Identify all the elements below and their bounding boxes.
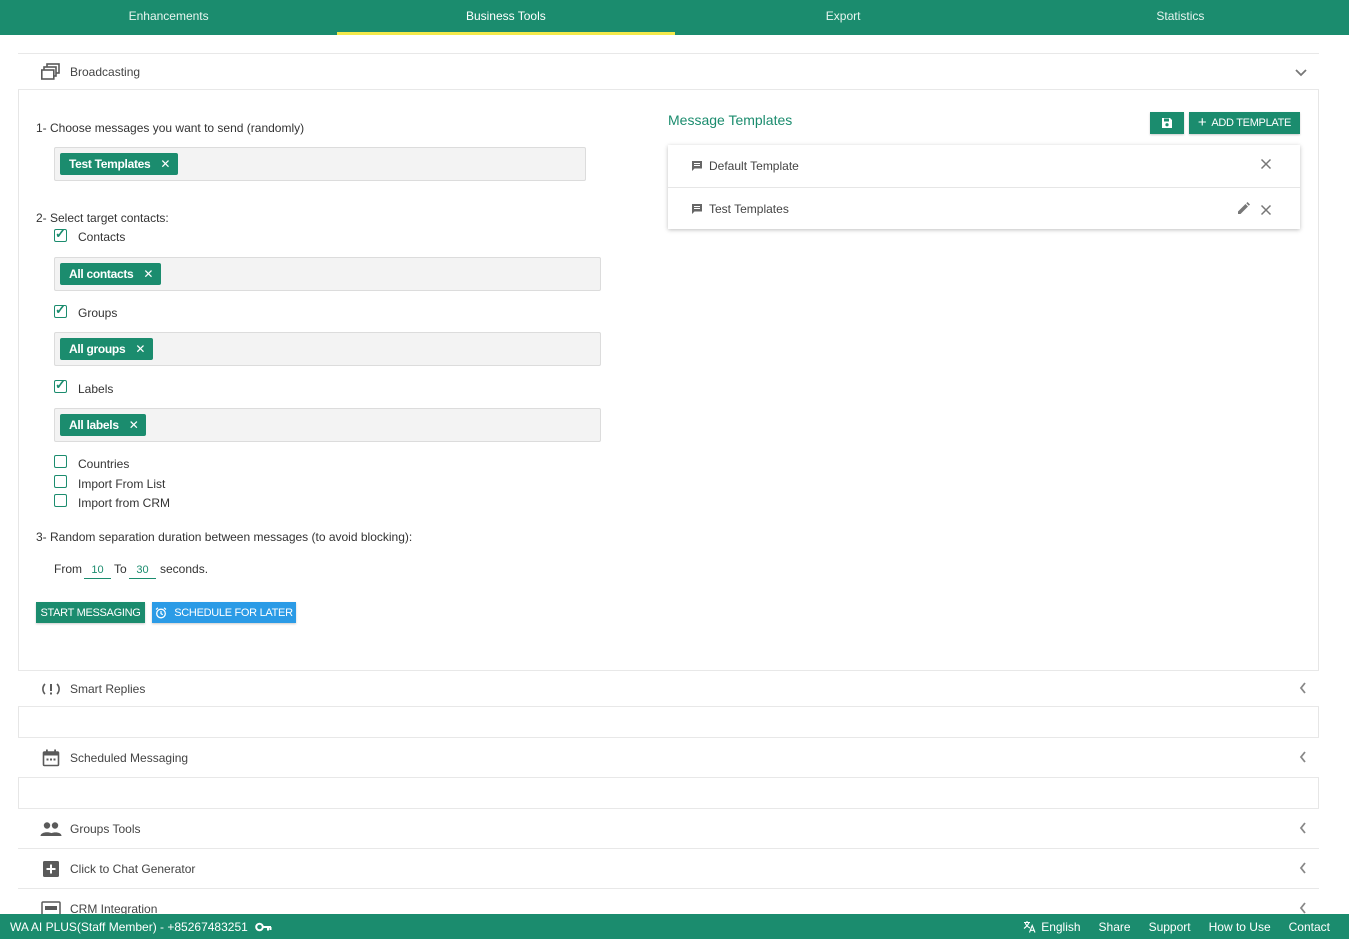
chevron-left-icon[interactable] (1299, 861, 1307, 877)
import-list-checkbox[interactable] (54, 475, 67, 488)
account-info: WA AI PLUS(Staff Member) - +85267483251 (10, 919, 248, 934)
smart-replies-icon (40, 678, 62, 700)
template-name: Default Template (709, 159, 799, 173)
click-to-chat-header[interactable]: Click to Chat Generator (18, 848, 1319, 889)
remove-chip-icon[interactable]: ✕ (129, 414, 139, 436)
how-to-use-link[interactable]: How to Use (1209, 920, 1271, 934)
broadcast-icon (40, 61, 62, 83)
groups-tools-header[interactable]: Groups Tools (18, 808, 1319, 849)
scheduled-messaging-title: Scheduled Messaging (70, 750, 189, 765)
contacts-select[interactable]: All contacts ✕ (54, 257, 601, 291)
templates-title: Message Templates (668, 112, 793, 128)
template-row[interactable]: Test Templates (668, 187, 1300, 229)
labels-checkbox[interactable] (54, 377, 67, 393)
groups-chip-label: All groups (69, 342, 126, 356)
start-messaging-button[interactable]: START MESSAGING (36, 602, 145, 623)
templates-list: Default Template Test Templates (668, 145, 1300, 229)
groups-label: Groups (78, 306, 118, 320)
tab-enhancements[interactable]: Enhancements (0, 0, 337, 35)
tab-business-tools[interactable]: Business Tools (337, 0, 675, 35)
broadcasting-title: Broadcasting (70, 64, 141, 79)
alarm-clock-icon (155, 606, 167, 619)
top-nav: Enhancements Business Tools Export Stati… (0, 0, 1349, 35)
import-crm-label: Import from CRM (78, 496, 171, 510)
language-link[interactable]: English (1041, 920, 1080, 934)
import-list-label: Import From List (78, 477, 166, 491)
group-people-icon (40, 818, 62, 840)
step3-label: 3- Random separation duration between me… (36, 530, 413, 544)
labels-select[interactable]: All labels ✕ (54, 408, 601, 442)
groups-select[interactable]: All groups ✕ (54, 332, 601, 366)
edit-template-icon[interactable] (1237, 202, 1250, 220)
tab-statistics[interactable]: Statistics (1012, 0, 1349, 35)
broadcasting-header[interactable]: Broadcasting (18, 53, 1319, 90)
import-crm-checkbox[interactable] (54, 494, 67, 507)
message-icon (691, 160, 703, 172)
from-label: From (54, 562, 82, 576)
add-chat-icon (40, 858, 62, 880)
schedule-later-button[interactable]: SCHEDULE FOR LATER (152, 602, 296, 623)
scheduled-messaging-header[interactable]: Scheduled Messaging (18, 737, 1319, 778)
message-icon (691, 203, 703, 215)
smart-replies-title: Smart Replies (70, 681, 146, 696)
labels-label: Labels (78, 382, 114, 396)
add-template-button[interactable]: + ADD TEMPLATE (1189, 112, 1300, 134)
share-link[interactable]: Share (1099, 920, 1131, 934)
templates-select[interactable]: Test Templates ✕ (54, 147, 586, 181)
footer-bar: WA AI PLUS(Staff Member) - +85267483251 … (0, 914, 1349, 939)
add-template-label: ADD TEMPLATE (1211, 117, 1292, 129)
smart-replies-header[interactable]: Smart Replies (18, 670, 1319, 707)
groups-checkbox[interactable] (54, 302, 67, 318)
save-templates-button[interactable] (1150, 112, 1184, 134)
groups-chip: All groups ✕ (60, 338, 154, 360)
from-seconds-input[interactable] (84, 561, 111, 579)
plus-icon: + (1197, 114, 1207, 131)
support-link[interactable]: Support (1149, 920, 1191, 934)
key-icon[interactable] (254, 922, 272, 932)
labels-chip-label: All labels (69, 418, 119, 432)
tab-export[interactable]: Export (675, 0, 1012, 35)
chevron-left-icon[interactable] (1299, 821, 1307, 837)
step2-label: 2- Select target contacts: (36, 211, 169, 225)
contacts-checkbox[interactable] (54, 226, 67, 242)
translate-icon[interactable] (1023, 920, 1036, 933)
chevron-left-icon[interactable] (1299, 750, 1307, 766)
contacts-chip-label: All contacts (69, 267, 134, 281)
template-name: Test Templates (709, 201, 789, 216)
groups-tools-title: Groups Tools (70, 821, 141, 836)
contact-link[interactable]: Contact (1289, 920, 1330, 934)
selected-template-label: Test Templates (69, 157, 151, 171)
to-label: To (114, 562, 127, 576)
template-row[interactable]: Default Template (668, 145, 1300, 187)
countries-checkbox[interactable] (54, 455, 67, 468)
schedule-later-label: SCHEDULE FOR LATER (174, 606, 293, 619)
labels-chip: All labels ✕ (60, 414, 147, 436)
save-icon (1161, 117, 1173, 129)
step1-label: 1- Choose messages you want to send (ran… (36, 121, 305, 135)
delete-template-icon[interactable] (1260, 157, 1272, 175)
selected-template-chip: Test Templates ✕ (60, 153, 179, 175)
click-to-chat-title: Click to Chat Generator (70, 861, 196, 876)
countries-label: Countries (78, 457, 130, 471)
contacts-chip: All contacts ✕ (60, 263, 162, 285)
remove-chip-icon[interactable]: ✕ (135, 338, 145, 360)
remove-chip-icon[interactable]: ✕ (143, 263, 153, 285)
delete-template-icon[interactable] (1260, 203, 1272, 221)
remove-chip-icon[interactable]: ✕ (160, 153, 170, 175)
contacts-label: Contacts (78, 230, 126, 244)
to-seconds-input[interactable] (129, 561, 156, 579)
seconds-label: seconds. (160, 562, 209, 576)
chevron-left-icon[interactable] (1299, 681, 1307, 697)
chevron-down-icon[interactable] (1295, 64, 1307, 80)
calendar-icon (40, 747, 62, 769)
